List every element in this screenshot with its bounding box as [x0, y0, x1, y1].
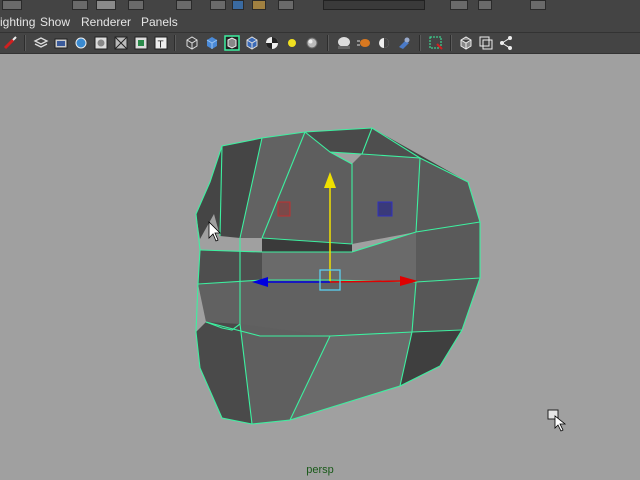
- menu-panels[interactable]: Panels: [141, 15, 178, 29]
- component-marker-blue: [377, 201, 393, 217]
- panel-toolbar: T: [0, 33, 640, 54]
- shadows-icon[interactable]: [304, 35, 320, 51]
- select-camera-icon[interactable]: [33, 35, 49, 51]
- tool-icon[interactable]: [252, 0, 266, 10]
- smooth-shade-icon[interactable]: [204, 35, 220, 51]
- tool-icon[interactable]: [278, 0, 294, 10]
- toolbar-separator: [450, 35, 452, 51]
- toolbar-separator: [174, 35, 176, 51]
- x-axis-handle[interactable]: [329, 280, 406, 283]
- toolbar-separator: [24, 35, 26, 51]
- tool-icon[interactable]: [450, 0, 468, 10]
- menu-renderer[interactable]: Renderer: [81, 15, 131, 29]
- camera-label: persp: [306, 464, 334, 476]
- component-marker-red: [277, 201, 291, 217]
- svg-text:T: T: [158, 40, 164, 51]
- input-field[interactable]: [323, 0, 425, 10]
- tool-icon[interactable]: [530, 0, 546, 10]
- isolate-select-icon[interactable]: [428, 35, 444, 51]
- tool-icon[interactable]: [232, 0, 244, 10]
- menu-show[interactable]: Show: [40, 15, 70, 29]
- safe-action-icon[interactable]: [133, 35, 149, 51]
- resolution-gate-icon[interactable]: [93, 35, 109, 51]
- mesh-face: [412, 278, 480, 332]
- tool-icon[interactable]: [210, 0, 226, 10]
- tool-icon[interactable]: [72, 0, 88, 10]
- camera-icon[interactable]: [73, 35, 89, 51]
- tool-icon[interactable]: [96, 0, 116, 10]
- tool-icon[interactable]: [176, 0, 192, 10]
- mesh-face: [416, 158, 480, 282]
- viewport-canvas[interactable]: [0, 54, 640, 480]
- panel-menu-bar: ighting Show Renderer Panels: [0, 12, 640, 33]
- brush-icon[interactable]: [2, 35, 18, 51]
- tool-icon[interactable]: [2, 0, 22, 10]
- ambient-occlusion-icon[interactable]: [396, 35, 412, 51]
- textured-icon[interactable]: [264, 35, 280, 51]
- head-mesh[interactable]: [196, 128, 480, 424]
- film-gate-icon[interactable]: [53, 35, 69, 51]
- grid-icon[interactable]: [113, 35, 129, 51]
- depth-of-field-icon[interactable]: [376, 35, 392, 51]
- backface-culling-icon[interactable]: [498, 35, 514, 51]
- mesh-face: [198, 250, 262, 284]
- wireframe-on-shaded-icon[interactable]: [224, 35, 240, 51]
- x-ray-icon[interactable]: [458, 35, 474, 51]
- menu-lighting[interactable]: ighting: [0, 15, 35, 29]
- wireframe-icon[interactable]: [184, 35, 200, 51]
- tool-icon[interactable]: [128, 0, 144, 10]
- top-toolbar-strip: [0, 0, 640, 12]
- bounding-box-icon[interactable]: [244, 35, 260, 51]
- selection-cursor-icon: [547, 409, 567, 432]
- mesh-face: [352, 154, 420, 244]
- use-lights-icon[interactable]: [284, 35, 300, 51]
- x-ray-joints-icon[interactable]: [478, 35, 494, 51]
- high-quality-icon[interactable]: [336, 35, 352, 51]
- perspective-viewport[interactable]: [0, 54, 640, 480]
- toolbar-separator: [419, 35, 421, 51]
- motion-blur-icon[interactable]: [356, 35, 372, 51]
- field-chart-icon[interactable]: T: [153, 35, 169, 51]
- toolbar-separator: [327, 35, 329, 51]
- tool-icon[interactable]: [478, 0, 492, 10]
